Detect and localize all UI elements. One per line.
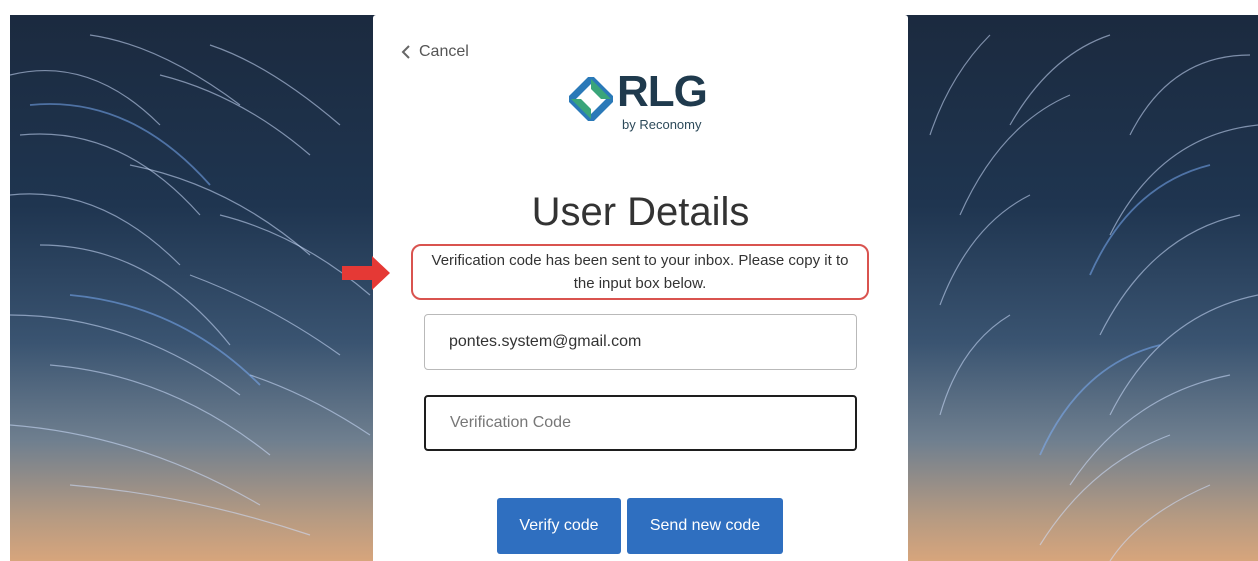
verification-code-input[interactable] (424, 395, 857, 451)
user-details-card: Cancel RLG by Reconomy User Details Veri… (373, 15, 908, 561)
cancel-link[interactable]: Cancel (399, 43, 469, 61)
email-field[interactable] (424, 314, 857, 370)
logo-wordmark: RLG (617, 67, 708, 116)
page-title: User Details (531, 189, 750, 234)
logo-tagline: by Reconomy (622, 117, 702, 132)
chevron-left-icon (401, 45, 410, 59)
arrow-right-icon (342, 256, 390, 290)
verification-notice-text: Verification code has been sent to your … (431, 252, 849, 292)
cancel-label: Cancel (419, 43, 469, 60)
rlg-logo-icon (569, 77, 613, 121)
send-new-code-button[interactable]: Send new code (627, 498, 783, 554)
rlg-logo: RLG by Reconomy (569, 67, 719, 135)
verify-code-button[interactable]: Verify code (497, 498, 621, 554)
verification-notice: Verification code has been sent to your … (411, 244, 869, 300)
